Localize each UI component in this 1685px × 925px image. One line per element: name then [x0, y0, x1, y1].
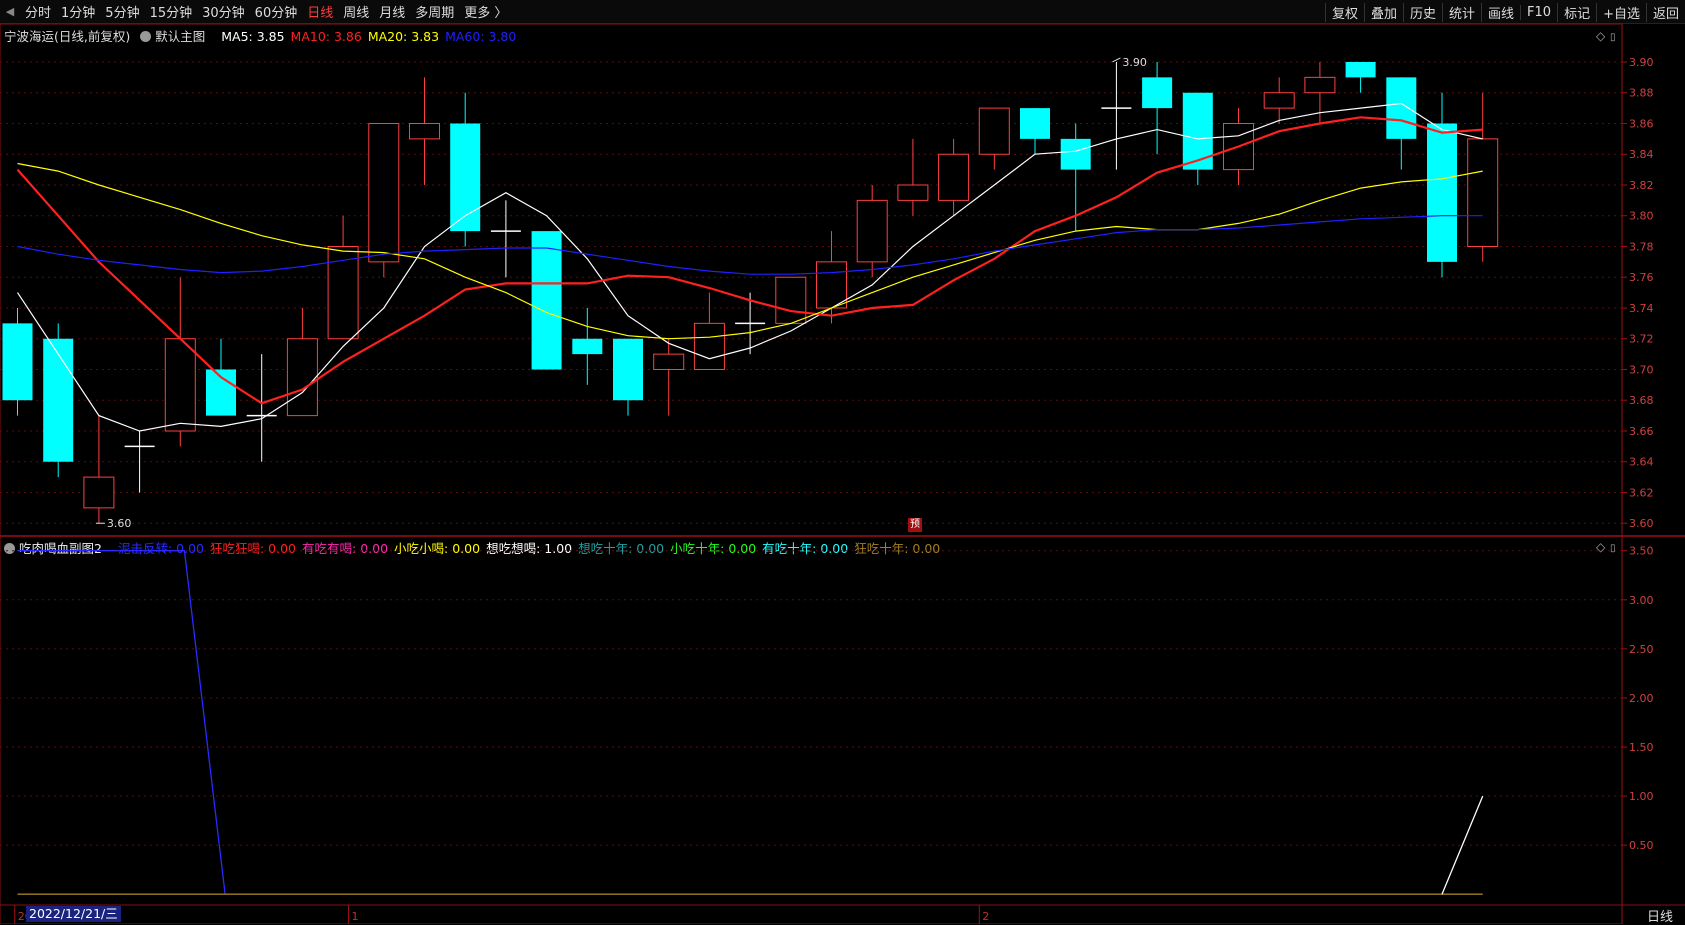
candle-body [938, 153, 970, 201]
indicator-tick-label: 3.00 [1629, 594, 1654, 607]
candle-body [83, 476, 115, 509]
indicator-line [17, 550, 226, 895]
candle-body [613, 338, 643, 401]
candle-body [1060, 138, 1091, 170]
price-tick-label: 3.90 [1629, 56, 1654, 69]
collapse-icon: ▯ [1610, 32, 1616, 43]
price-tick-label: 3.64 [1629, 456, 1654, 469]
candle-body [978, 107, 1010, 155]
month-mark: 1 [351, 910, 358, 923]
candle-body [450, 123, 481, 232]
candle-body [1182, 92, 1213, 170]
candle-body [653, 353, 685, 370]
price-tick-label: 3.70 [1629, 363, 1654, 376]
indicator-tick-label: 0.50 [1629, 839, 1654, 852]
candle-body [1263, 92, 1295, 109]
price-tick-label: 3.68 [1629, 394, 1654, 407]
candle-body [775, 276, 807, 324]
indicator-tick-label: 1.00 [1629, 790, 1654, 803]
candle-body [164, 338, 196, 432]
candle-body [572, 338, 603, 355]
candle-body [1467, 138, 1499, 247]
candle-body [1020, 108, 1050, 139]
high-marker-arrow [1112, 57, 1121, 63]
price-tick-label: 3.78 [1629, 240, 1654, 253]
candle-body [897, 184, 929, 201]
diamond-icon: ◇ [1596, 540, 1606, 554]
collapse-icon: ▯ [1610, 543, 1616, 554]
candle-body [1427, 123, 1457, 262]
price-tick-label: 3.62 [1629, 486, 1654, 499]
indicator-tick-label: 2.50 [1629, 643, 1654, 656]
ma-line-ma60 [17, 215, 1483, 275]
price-tick-label: 3.82 [1629, 179, 1654, 192]
candle-body [1304, 76, 1336, 94]
price-tick-label: 3.88 [1629, 87, 1654, 100]
candle-body [1142, 77, 1173, 109]
candle-body [1386, 77, 1417, 139]
indicator-tick-label: 1.50 [1629, 741, 1654, 754]
candle-body [368, 122, 400, 263]
price-tick-label: 3.66 [1629, 425, 1654, 438]
candle-body [2, 323, 33, 401]
high-price-label: 3.90 [1122, 56, 1147, 69]
cursor-date-label: 2022/12/21/三 [26, 906, 121, 922]
candle-body [1345, 61, 1376, 78]
candlestick-chart[interactable]: 3.90 3.88 3.86 3.84 3.82 3.80 3.78 3.76 3.74 3.72… [0, 0, 1685, 924]
price-tick-label: 3.86 [1629, 117, 1654, 130]
ma-line-ma10 [16, 116, 1483, 405]
candle-body [693, 322, 725, 370]
low-price-label: 3.60 [107, 517, 131, 530]
candle-body [816, 261, 847, 309]
price-tick-label: 3.72 [1629, 333, 1654, 346]
period-label[interactable]: 日线 [1647, 906, 1673, 925]
price-tick-label: 3.84 [1629, 148, 1654, 161]
price-tick-label: 3.74 [1629, 302, 1654, 315]
price-tick-label: 3.76 [1629, 271, 1654, 284]
candle-body [531, 231, 562, 370]
price-tick-label: 3.60 [1629, 517, 1654, 530]
diamond-icon: ◇ [1596, 29, 1606, 43]
indicator-tick-label: 3.50 [1629, 545, 1654, 558]
month-mark: 2 [982, 910, 989, 923]
candle-body [286, 338, 318, 417]
candle-body [43, 338, 74, 462]
forecast-tag: 预 [908, 518, 922, 532]
indicator-tick-label: 2.00 [1629, 692, 1654, 705]
plot-frame [0, 23, 1623, 924]
ma-line-ma5 [16, 102, 1483, 432]
candle-body [856, 199, 888, 263]
price-tick-label: 3.80 [1629, 210, 1654, 223]
candle-body [409, 122, 440, 140]
